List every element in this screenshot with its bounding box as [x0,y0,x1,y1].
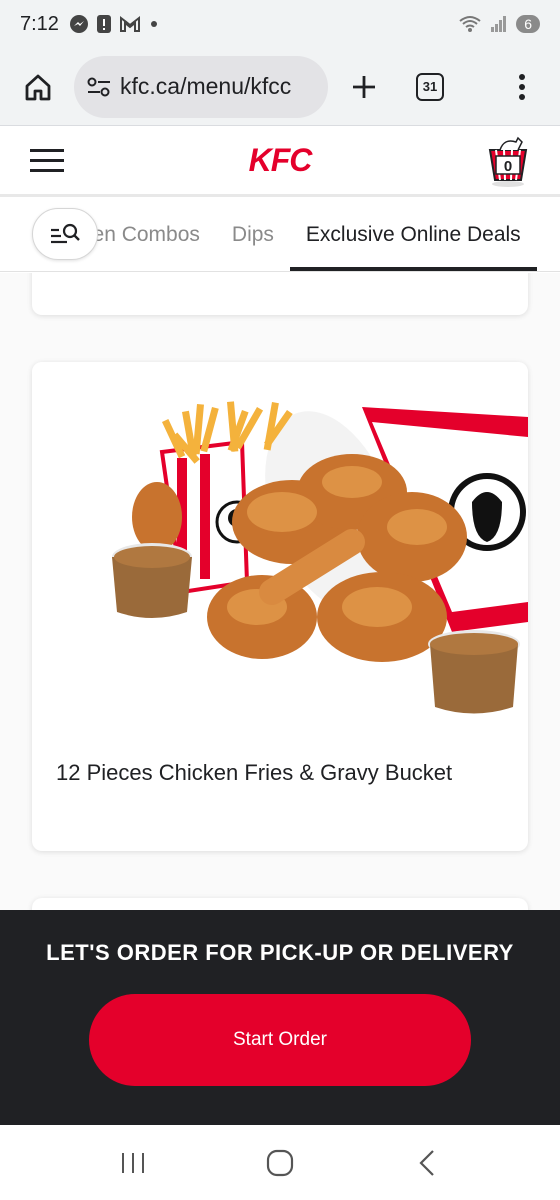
new-tab-icon [353,75,375,98]
menu-button[interactable] [30,141,70,181]
menu-card-previous[interactable] [32,273,528,315]
product-image [32,362,528,722]
more-notifications-dot [150,21,157,27]
order-banner: LET'S ORDER FOR PICK-UP OR DELIVERY Star… [0,910,560,1125]
signal-icon [491,16,507,32]
notification-icons [69,14,157,34]
browser-menu-button[interactable] [496,61,548,113]
start-order-button[interactable]: Start Order [89,994,471,1086]
wifi-icon [459,16,481,32]
hamburger-line [30,149,64,152]
cart-button[interactable]: 0 [486,134,530,188]
order-banner-title: LET'S ORDER FOR PICK-UP OR DELIVERY [46,940,514,965]
recents-button[interactable] [103,1133,163,1193]
android-nav-bar [0,1125,560,1200]
site-settings-icon [87,77,110,96]
status-time: 7:12 [20,12,59,35]
menu-content: 12 Pieces Chicken Fries & Gravy Bucket [0,273,560,910]
tab-exclusive-online-deals[interactable]: Exclusive Online Deals [289,198,537,271]
menu-item-title: 12 Pieces Chicken Fries & Gravy Bucket [56,760,453,785]
search-filter-icon [51,223,80,244]
more-menu-icon [519,73,525,100]
browser-toolbar: kfc.ca/menu/kfcc 31 [0,48,560,126]
kfc-logo[interactable]: KFC [249,142,313,179]
chicken-bucket-illustration [112,401,528,714]
tab-switcher-button[interactable]: 31 [404,61,456,113]
home-button[interactable] [12,61,64,113]
menu-search-button[interactable] [32,208,98,260]
messenger-icon [69,15,88,33]
url-text: kfc.ca/menu/kfcc [120,73,292,99]
back-button[interactable] [397,1133,457,1193]
home-icon [25,74,51,100]
tabs-icon: 31 [416,72,444,101]
alert-icon [96,15,111,33]
battery-indicator: 6 [516,15,540,33]
category-track: Chicken Combos Dips Exclusive Online Dea… [40,198,537,271]
hamburger-line [30,169,64,172]
site-header: KFC 0 [0,127,560,197]
address-bar[interactable]: kfc.ca/menu/kfcc [74,55,328,118]
hamburger-line [30,159,64,162]
new-tab-button[interactable] [338,61,390,113]
system-icons: 6 [458,14,540,34]
status-bar: 7:12 6 [0,0,560,48]
back-icon [419,1149,434,1176]
recents-icon [122,1152,145,1173]
menu-card[interactable]: 12 Pieces Chicken Fries & Gravy Bucket [32,362,528,851]
category-tabs: Chicken Combos Dips Exclusive Online Dea… [0,198,560,272]
cart-count: 0 [503,157,513,175]
home-circle-icon [266,1149,294,1176]
gmail-icon [119,15,140,32]
menu-card-next[interactable] [32,898,528,910]
home-nav-button[interactable] [250,1133,310,1193]
tab-dips[interactable]: Dips [216,198,290,271]
